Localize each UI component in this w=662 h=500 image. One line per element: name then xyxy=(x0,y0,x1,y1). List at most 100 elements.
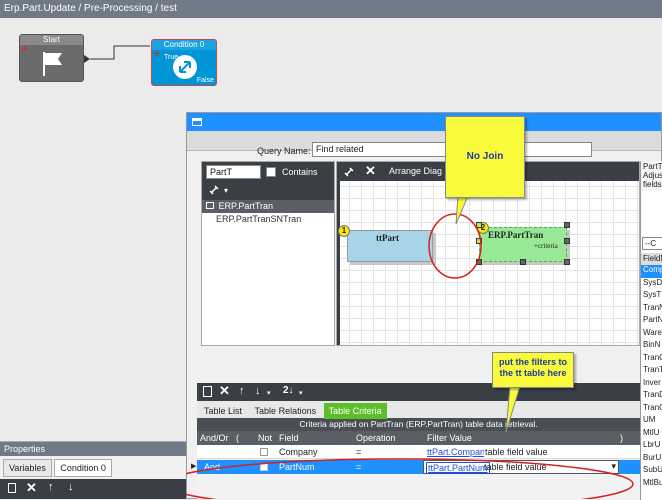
field-list: Comp SysD SysT TranN PartN Ware BinN Tra… xyxy=(641,265,662,490)
row-filter-link[interactable]: ttPart.PartNum xyxy=(426,462,490,474)
col-header: Not xyxy=(258,433,273,443)
start-node[interactable]: Start + xyxy=(19,34,90,82)
delete-icon[interactable]: ✕ xyxy=(365,163,376,179)
list-item[interactable]: SubU xyxy=(641,465,662,478)
resize-handle[interactable] xyxy=(476,238,482,244)
row-andor[interactable]: And xyxy=(201,460,235,474)
col-header: ) xyxy=(620,433,623,443)
row-field[interactable]: PartNum xyxy=(276,460,351,474)
new-icon[interactable] xyxy=(8,483,16,493)
table-box-ttpart[interactable]: ttPart xyxy=(347,230,433,262)
table-icon xyxy=(206,202,214,209)
tab-condition[interactable]: Condition 0 xyxy=(54,459,112,477)
row-operation[interactable]: = xyxy=(353,445,423,459)
list-item[interactable]: TranT xyxy=(641,365,662,378)
resize-handle[interactable] xyxy=(476,222,482,228)
link-icon[interactable] xyxy=(208,184,220,196)
properties-panel: Properties Variables Condition 0 ✕ ↑ ↓ xyxy=(0,441,186,499)
list-item[interactable]: Comp xyxy=(641,265,662,278)
chevron-down-icon[interactable]: ▾ xyxy=(224,186,228,195)
table-box-parttran[interactable]: ERP.PartTran +criteria xyxy=(479,227,567,262)
contains-label: Contains xyxy=(282,167,318,177)
list-item[interactable]: BinN xyxy=(641,340,662,353)
branch-icon xyxy=(173,55,197,79)
criteria-caption: Criteria applied on PartTran (ERP.PartTr… xyxy=(197,418,640,431)
resize-handle[interactable] xyxy=(564,259,570,265)
table-number-badge: 1 xyxy=(338,225,350,237)
list-item-label: ERP.PartTran xyxy=(218,201,274,211)
row-operation[interactable]: = xyxy=(353,460,423,474)
list-item[interactable]: Ware xyxy=(641,328,662,341)
list-item-label: ERP.PartTranSNTran xyxy=(216,214,302,224)
table-row[interactable]: Company = ttPart.Company table field val… xyxy=(197,445,640,459)
properties-tabs: Variables Condition 0 xyxy=(0,456,186,477)
list-item[interactable]: BurU xyxy=(641,453,662,466)
move-down-icon[interactable]: ↓ xyxy=(255,385,261,397)
tab-table-relations[interactable]: Table Relations xyxy=(250,403,322,419)
row-filter-value[interactable]: table field value xyxy=(482,445,602,459)
list-item[interactable]: MtlU xyxy=(641,428,662,441)
list-item[interactable]: MtlBu xyxy=(641,478,662,491)
chevron-down-icon[interactable]: ▾ xyxy=(299,389,303,397)
not-checkbox[interactable] xyxy=(260,448,268,456)
tab-table-criteria[interactable]: Table Criteria xyxy=(323,403,387,419)
delete-icon[interactable]: ✕ xyxy=(219,383,230,399)
plus-icon: + xyxy=(22,44,28,55)
resize-handle[interactable] xyxy=(476,259,482,265)
start-label: Start xyxy=(20,35,83,45)
table-search-input[interactable]: PartT xyxy=(206,165,261,179)
flow-connector xyxy=(90,45,150,60)
move-down-icon[interactable]: ↓ xyxy=(68,481,74,493)
delete-icon[interactable]: ✕ xyxy=(26,480,37,496)
condition-label: Condition 0 xyxy=(152,40,216,50)
not-checkbox[interactable] xyxy=(260,463,268,471)
field-list-panel: PartT Adjus fields --C FieldN Comp SysD … xyxy=(640,161,662,500)
resize-handle[interactable] xyxy=(564,222,570,228)
list-item[interactable]: TranC xyxy=(641,403,662,416)
tab-table-list[interactable]: Table List xyxy=(199,403,247,419)
list-item[interactable]: UM xyxy=(641,415,662,428)
table-description: PartT Adjus fields xyxy=(641,161,662,191)
resize-handle[interactable] xyxy=(520,259,526,265)
table-name: ERP.PartTran xyxy=(488,230,544,240)
chevron-down-icon[interactable]: ▾ xyxy=(611,461,616,472)
desc-line: Adjus xyxy=(643,171,662,180)
list-item[interactable]: TranD xyxy=(641,390,662,403)
properties-toolbar: ✕ ↑ ↓ xyxy=(0,479,186,499)
list-item[interactable]: SysD xyxy=(641,278,662,291)
contains-checkbox[interactable] xyxy=(266,167,276,177)
canvas-divider xyxy=(337,181,340,345)
list-item[interactable]: LbrU xyxy=(641,440,662,453)
tab-variables[interactable]: Variables xyxy=(3,459,52,477)
resize-handle[interactable] xyxy=(564,238,570,244)
filter-value-editor[interactable]: ttPart.PartNum table field value ▾ xyxy=(423,460,619,474)
col-header: Operation xyxy=(356,433,396,443)
list-item[interactable]: TranC xyxy=(641,353,662,366)
chevron-down-icon[interactable]: ▾ xyxy=(267,389,271,397)
move-up-icon[interactable]: ↑ xyxy=(239,385,245,397)
row-filter-link[interactable]: ttPart.Company xyxy=(424,445,484,459)
sort-icon[interactable]: 2↓ xyxy=(283,385,294,396)
move-up-icon[interactable]: ↑ xyxy=(48,481,54,493)
list-item[interactable]: TranN xyxy=(641,303,662,316)
false-label: False xyxy=(196,77,214,84)
link-icon[interactable] xyxy=(343,166,355,178)
workflow-title: Erp.Part.Update / Pre-Processing / test xyxy=(0,0,662,18)
row-field[interactable]: Company xyxy=(276,445,351,459)
list-item[interactable]: ERP.PartTran xyxy=(202,200,334,213)
table-row[interactable]: ▶ And PartNum = ttPart.PartNum table fie… xyxy=(191,460,640,474)
list-item[interactable]: ERP.PartTranSNTran xyxy=(202,213,334,226)
list-item[interactable]: SysT xyxy=(641,290,662,303)
arrange-diagram-button[interactable]: Arrange Diag xyxy=(389,166,442,176)
table-name: ttPart xyxy=(376,233,399,243)
list-item[interactable]: PartN xyxy=(641,315,662,328)
condition-node[interactable]: Condition 0 + True False xyxy=(151,39,217,86)
list-item[interactable]: Inver xyxy=(641,378,662,391)
row-filter-value[interactable]: table field value xyxy=(484,462,547,472)
new-icon[interactable] xyxy=(203,386,212,397)
col-header: And/Or xyxy=(200,433,229,443)
field-header: FieldN xyxy=(641,253,662,265)
field-dropdown[interactable]: --C xyxy=(642,237,662,250)
row-andor[interactable] xyxy=(197,445,231,459)
query-name-label: Query Name: xyxy=(257,146,311,156)
